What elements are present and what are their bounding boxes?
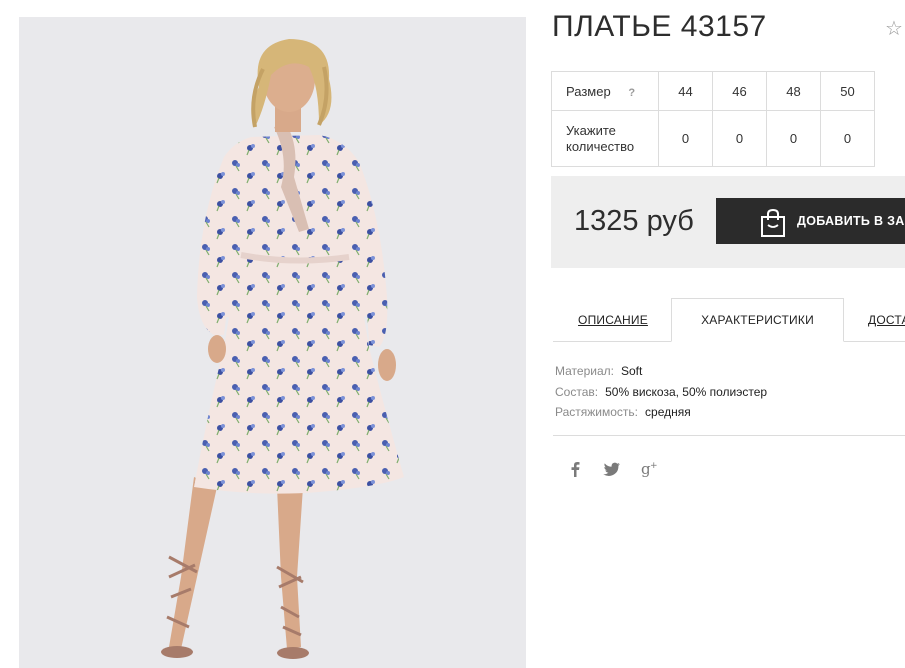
- add-to-order-button[interactable]: ДОБАВИТЬ В ЗАКАЗ: [716, 198, 905, 244]
- tab-characteristics-label: ХАРАКТЕРИСТИКИ: [701, 313, 814, 327]
- quantity-cell[interactable]: 0: [820, 110, 875, 167]
- quantity-cell[interactable]: 0: [712, 110, 767, 167]
- google-plus-icon[interactable]: g +: [640, 460, 660, 478]
- characteristics-list: Материал: Soft Состав: 50% вискоза, 50% по…: [555, 361, 767, 423]
- quantity-input[interactable]: 0: [774, 131, 814, 146]
- twitter-icon[interactable]: [603, 462, 621, 476]
- quantity-cell[interactable]: 0: [766, 110, 821, 167]
- size-value: 46: [712, 71, 767, 111]
- characteristic-row: Материал: Soft: [555, 361, 767, 382]
- characteristic-row: Состав: 50% вискоза, 50% полиэстер: [555, 382, 767, 403]
- size-table: Размер ? 44 46 48 50 Укажите количество …: [551, 71, 875, 167]
- quantity-label: Укажите количество: [551, 110, 659, 167]
- characteristic-value: средняя: [645, 405, 691, 419]
- tab-description[interactable]: ОПИСАНИЕ: [553, 298, 673, 342]
- characteristic-row: Растяжимость: средняя: [555, 402, 767, 423]
- product-title: ПЛАТЬЕ 43157: [552, 10, 767, 43]
- tab-delivery-label: ДОСТАВКА: [868, 313, 905, 327]
- size-value: 48: [766, 71, 821, 111]
- tab-description-label: ОПИСАНИЕ: [578, 313, 648, 327]
- size-label-cell: Размер ?: [551, 71, 659, 111]
- characteristic-value: Soft: [620, 364, 643, 378]
- size-row: Размер ? 44 46 48 50: [551, 71, 875, 111]
- favorite-star-icon[interactable]: ☆: [885, 16, 903, 41]
- facebook-icon[interactable]: [569, 460, 581, 478]
- tab-delivery[interactable]: ДОСТАВКА: [844, 298, 905, 342]
- characteristic-key: Растяжимость:: [555, 405, 639, 419]
- quantity-input[interactable]: 0: [666, 131, 706, 146]
- characteristic-key: Состав:: [555, 384, 599, 399]
- tab-characteristics[interactable]: ХАРАКТЕРИСТИКИ: [671, 298, 844, 342]
- size-label: Размер: [566, 83, 611, 99]
- characteristic-key: Материал:: [555, 364, 614, 378]
- quantity-cell[interactable]: 0: [658, 110, 713, 167]
- product-photo[interactable]: [19, 17, 526, 668]
- model-illustration: [161, 39, 404, 659]
- section-divider: [553, 435, 905, 436]
- quantity-input[interactable]: 0: [828, 131, 868, 146]
- quantity-row: Укажите количество 0 0 0 0: [551, 110, 875, 167]
- price-panel: 1325 руб ДОБАВИТЬ В ЗАКАЗ: [551, 176, 905, 268]
- svg-text:+: +: [650, 461, 658, 471]
- size-value: 44: [658, 71, 713, 111]
- quantity-input[interactable]: 0: [720, 131, 760, 146]
- add-to-order-label: ДОБАВИТЬ В ЗАКАЗ: [797, 214, 905, 228]
- size-help-icon[interactable]: ?: [628, 87, 635, 99]
- size-value: 50: [820, 71, 875, 111]
- characteristic-value: 50% вискоза, 50% полиэстер: [605, 384, 768, 399]
- price-amount: 1325 руб: [574, 205, 694, 237]
- shopping-bag-icon: [761, 208, 785, 237]
